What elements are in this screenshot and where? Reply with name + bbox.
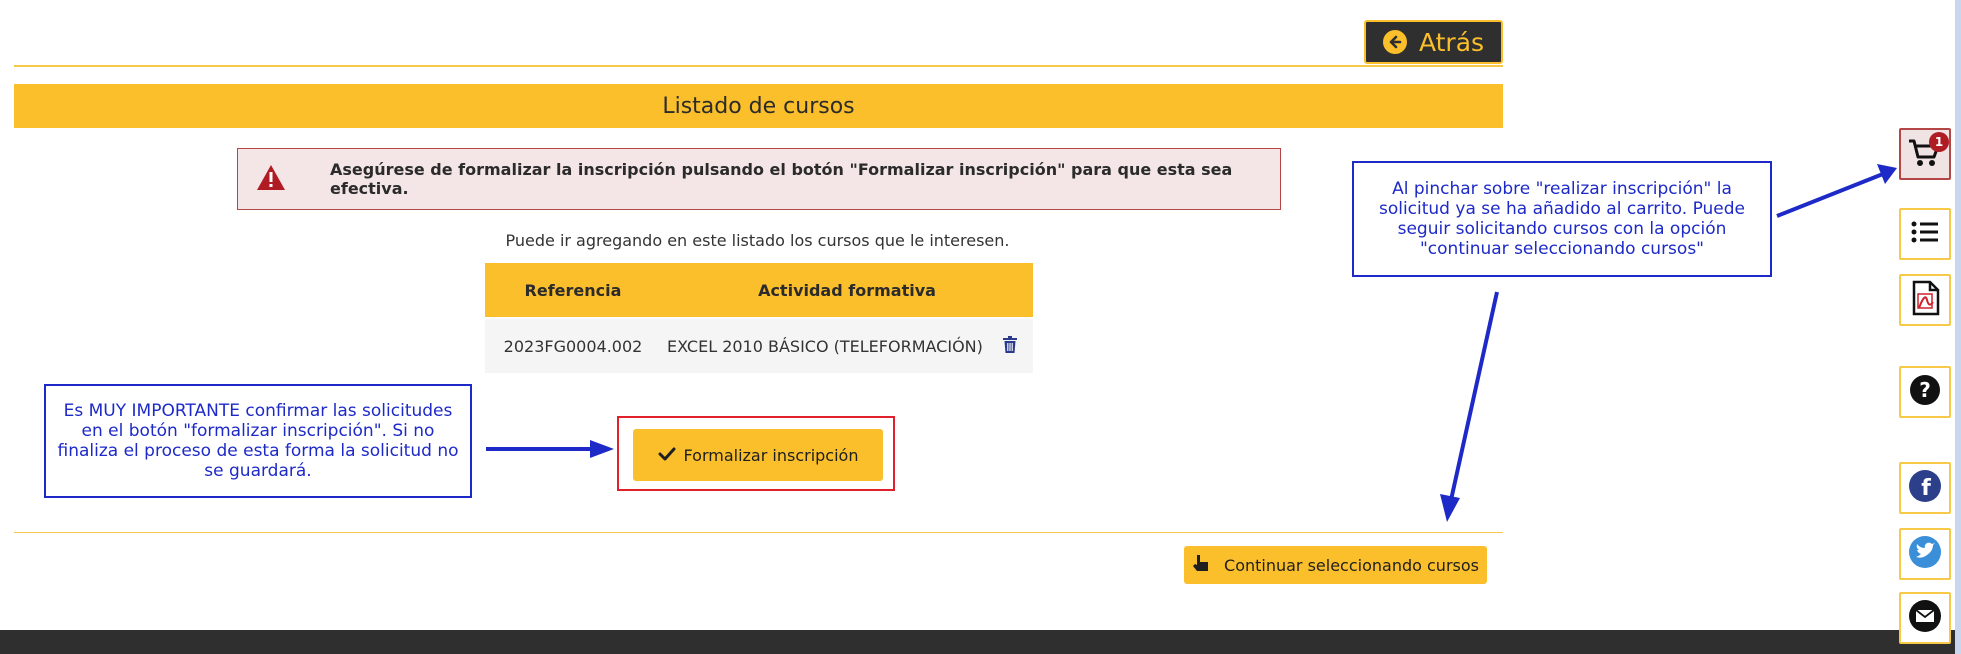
back-button[interactable]: Atrás: [1364, 20, 1503, 64]
list-icon: [1911, 220, 1939, 248]
back-label: Atrás: [1418, 27, 1485, 57]
formalize-button[interactable]: Formalizar inscripción: [633, 429, 883, 481]
table-header-row: Referencia Actividad formativa: [485, 263, 1033, 318]
mail-button[interactable]: [1899, 592, 1951, 644]
warning-triangle-icon: [256, 164, 286, 195]
hand-pointer-icon: [1192, 554, 1210, 576]
cart-button[interactable]: 1: [1899, 128, 1951, 180]
cell-referencia: 2023FG0004.002: [485, 317, 661, 373]
svg-text:f: f: [1921, 476, 1931, 501]
annotation-arrow-left: [486, 440, 614, 458]
delete-row-button[interactable]: [987, 317, 1033, 373]
cart-count-badge: 1: [1929, 132, 1949, 152]
section-divider: [14, 532, 1503, 533]
annotation-confirm: Es MUY IMPORTANTE confirmar las solicitu…: [44, 384, 472, 498]
list-button[interactable]: [1899, 208, 1951, 260]
continue-label: Continuar seleccionando cursos: [1224, 555, 1479, 575]
pdf-button[interactable]: [1899, 274, 1951, 326]
twitter-button[interactable]: [1899, 528, 1951, 580]
facebook-icon: f: [1908, 469, 1942, 507]
twitter-icon: [1908, 535, 1942, 573]
course-table: Referencia Actividad formativa 2023FG000…: [485, 263, 1033, 373]
scrollbar-strip: [1955, 0, 1961, 654]
alert-text: Asegúrese de formalizar la inscripción p…: [330, 160, 1233, 198]
facebook-button[interactable]: f: [1899, 462, 1951, 514]
hint-text: Puede ir agregando en este listado los c…: [505, 231, 1010, 250]
trash-icon: [1003, 335, 1017, 357]
check-icon: [658, 446, 676, 465]
page-title-text: Listado de cursos: [662, 93, 855, 119]
header-referencia: Referencia: [485, 263, 661, 318]
help-icon: ?: [1909, 374, 1941, 410]
arrow-left-circle-icon: [1382, 30, 1407, 54]
annotation-arrows-right: [1440, 164, 1897, 522]
svg-text:?: ?: [1919, 378, 1931, 402]
footer: [0, 630, 1961, 654]
page-title: Listado de cursos: [14, 84, 1503, 128]
mail-icon: [1908, 599, 1942, 637]
warning-alert: Asegúrese de formalizar la inscripción p…: [237, 148, 1281, 210]
header-divider: [14, 65, 1503, 67]
continue-selecting-button[interactable]: Continuar seleccionando cursos: [1184, 546, 1487, 584]
help-button[interactable]: ?: [1899, 366, 1951, 418]
cell-actividad: EXCEL 2010 BÁSICO (TELEFORMACIÓN): [661, 317, 987, 373]
header-actividad: Actividad formativa: [661, 263, 1033, 318]
formalize-label: Formalizar inscripción: [683, 445, 859, 465]
pdf-icon: [1910, 280, 1940, 320]
table-row: 2023FG0004.002 EXCEL 2010 BÁSICO (TELEFO…: [485, 317, 1033, 373]
